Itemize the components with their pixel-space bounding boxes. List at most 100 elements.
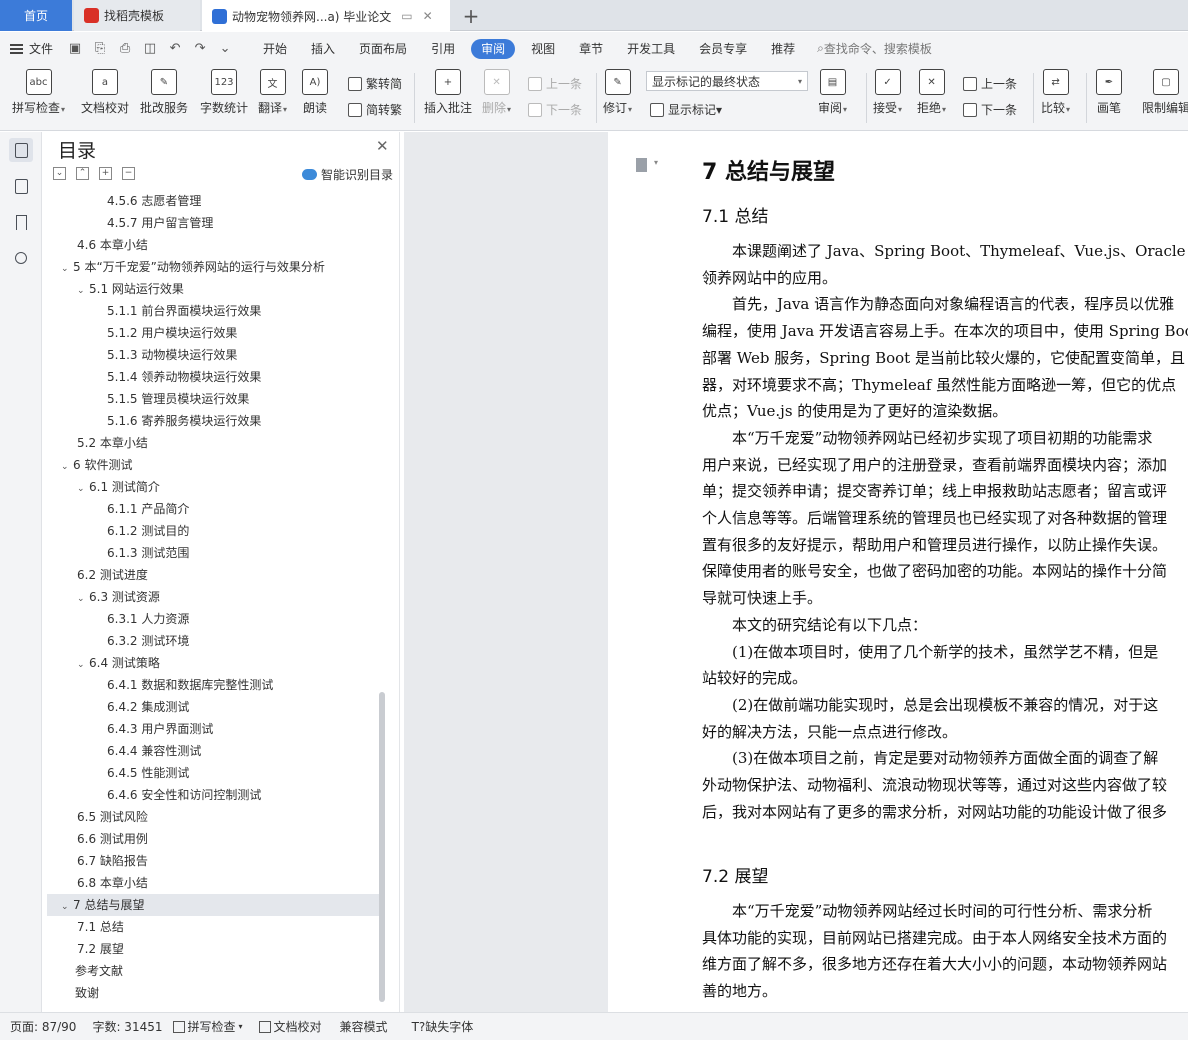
accept-button[interactable]: ✓ 接受▾ [873,69,902,116]
toc-item[interactable]: 5.1.5 管理员模块运行效果 [47,388,379,410]
markup-mode-select[interactable]: 显示标记的最终状态 ▾ [646,71,808,91]
delete-comment-button[interactable]: ✕ 删除▾ [482,69,511,116]
chevron-down-icon[interactable]: ⌄ [77,588,89,610]
window-icon[interactable]: ▭ [401,9,412,23]
read-aloud-button[interactable]: A) 朗读 [302,69,328,116]
toc-item[interactable]: 6.4.3 用户界面测试 [47,718,379,740]
toc-nav-button[interactable] [9,138,33,162]
toc-item[interactable]: 5.1.4 领养动物模块运行效果 [47,366,379,388]
toc-item[interactable]: 5.1.2 用户模块运行效果 [47,322,379,344]
toc-item[interactable]: 致谢 [47,982,379,1004]
to-traditional-button[interactable]: 简转繁 [348,101,402,118]
toc-item[interactable]: 6.4.2 集成测试 [47,696,379,718]
toc-item[interactable]: 5.1.6 寄养服务模块运行效果 [47,410,379,432]
toc-item[interactable]: 6.1.2 测试目的 [47,520,379,542]
annotate-service-button[interactable]: ✎ 批改服务 [140,69,188,116]
tab-developer[interactable]: 开发工具 [615,39,687,59]
proofread-status[interactable]: 文档校对 [258,1018,322,1035]
tab-template[interactable]: 找稻壳模板 [74,0,200,31]
smart-toc-button[interactable]: 智能识别目录 [302,166,393,183]
insert-comment-button[interactable]: + 插入批注 [424,69,472,116]
tab-insert[interactable]: 插入 [299,39,347,59]
compare-button[interactable]: ⇄ 比较▾ [1041,69,1070,116]
file-menu[interactable]: 文件 [10,40,53,57]
next-change-button[interactable]: 下一条 [963,101,1017,118]
chevron-down-icon[interactable]: ▾ [654,158,658,167]
undo-icon[interactable]: ↶ [167,41,183,56]
collapse-all-icon[interactable]: ⌄ [53,167,66,180]
toc-item[interactable]: 6.3.2 测试环境 [47,630,379,652]
redo-icon[interactable]: ↷ [192,41,208,56]
add-heading-icon[interactable]: + [99,167,112,180]
chevron-down-icon[interactable]: ⌄ [61,456,73,478]
missing-font-button[interactable]: T? 缺失字体 [412,1018,474,1035]
tab-layout[interactable]: 页面布局 [347,39,419,59]
toc-item[interactable]: 5.1.1 前台界面模块运行效果 [47,300,379,322]
toc-item[interactable]: ⌄ 5 本“万千宠爱”动物领养网站的运行与效果分析 [47,256,379,278]
toc-item[interactable]: ⌄ 6.3 测试资源 [47,586,379,608]
expand-all-icon[interactable]: ⌃ [76,167,89,180]
toc-item[interactable]: 4.5.7 用户留言管理 [47,212,379,234]
toc-item[interactable]: 6.6 测试用例 [47,828,379,850]
word-count-indicator[interactable]: 字数: 31451 [92,1018,162,1035]
export-icon[interactable]: ⎘ [92,41,108,56]
toc-item[interactable]: 6.2 测试进度 [47,564,379,586]
pen-button[interactable]: ✒ 画笔 [1096,69,1122,116]
new-tab-button[interactable]: + [456,0,486,31]
proofread-button[interactable]: a 文档校对 [81,69,129,116]
command-search[interactable]: ⌕ 查找命令、搜索模板 [817,40,932,57]
tab-member[interactable]: 会员专享 [687,39,759,59]
toc-item[interactable]: 6.4.1 数据和数据库完整性测试 [47,674,379,696]
print-icon[interactable]: ⎙ [117,41,133,56]
tab-chapter[interactable]: 章节 [567,39,615,59]
spell-check-button[interactable]: abc 拼写检查▾ [12,69,65,116]
tab-home[interactable]: 首页 [0,0,72,31]
spell-check-status[interactable]: 拼写检查 ▾ [172,1018,243,1035]
chevron-down-icon[interactable]: ⌄ [61,258,73,280]
toc-item[interactable]: 6.4.6 安全性和访问控制测试 [47,784,379,806]
restrict-edit-button[interactable]: ▢ 限制编辑 [1142,69,1188,116]
next-comment-button[interactable]: 下一条 [528,101,582,118]
prev-change-button[interactable]: 上一条 [963,75,1017,92]
chevron-down-icon[interactable]: ⌄ [77,478,89,500]
toc-item[interactable]: 6.8 本章小结 [47,872,379,894]
tab-document[interactable]: 动物宠物领养网...a) 毕业论文 ▭ ✕ [202,0,450,32]
review-pane-button[interactable]: ▤ 审阅▾ [818,69,847,116]
toc-item[interactable]: 5.2 本章小结 [47,432,379,454]
to-simplified-button[interactable]: 繁转简 [348,75,402,92]
toc-item[interactable]: ⌄ 7 总结与展望 [47,894,379,916]
toc-item[interactable]: ⌄ 6.1 测试简介 [47,476,379,498]
toc-item[interactable]: 6.3.1 人力资源 [47,608,379,630]
tab-start[interactable]: 开始 [251,39,299,59]
chevron-down-icon[interactable]: ⌄ [77,280,89,302]
toc-item[interactable]: 6.4.4 兼容性测试 [47,740,379,762]
translate-button[interactable]: 文翻译▾ [258,69,287,116]
word-count-button[interactable]: 123 字数统计 [200,69,248,116]
prev-comment-button[interactable]: 上一条 [528,75,582,92]
toc-item[interactable]: 4.6 本章小结 [47,234,379,256]
more-icon[interactable]: ⌄ [217,41,233,56]
toc-item[interactable]: ⌄ 6.4 测试策略 [47,652,379,674]
toc-item[interactable]: 参考文献 [47,960,379,982]
toc-item[interactable]: 6.5 测试风险 [47,806,379,828]
close-icon[interactable]: ✕ [376,137,389,155]
bookmark-nav-button[interactable] [9,210,33,234]
toc-item[interactable]: 4.5.6 志愿者管理 [47,190,379,212]
toc-item[interactable]: 7.2 展望 [47,938,379,960]
track-changes-button[interactable]: ✎ 修订▾ [603,69,632,116]
show-markup-button[interactable]: 显示标记 ▾ [650,101,722,118]
toc-item[interactable]: ⌄ 6 软件测试 [47,454,379,476]
chevron-down-icon[interactable]: ⌄ [61,896,73,918]
tab-reference[interactable]: 引用 [419,39,467,59]
toc-item[interactable]: 6.7 缺陷报告 [47,850,379,872]
toc-item[interactable]: ⌄ 5.1 网站运行效果 [47,278,379,300]
chevron-down-icon[interactable]: ⌄ [77,654,89,676]
toc-item[interactable]: 6.1.1 产品简介 [47,498,379,520]
preview-icon[interactable]: ◫ [142,41,158,56]
toc-item[interactable]: 5.1.3 动物模块运行效果 [47,344,379,366]
reject-button[interactable]: ✕ 拒绝▾ [917,69,946,116]
remove-heading-icon[interactable]: − [122,167,135,180]
toc-scrollbar[interactable] [379,692,385,1002]
find-nav-button[interactable] [9,246,33,270]
save-icon[interactable]: ▣ [67,41,83,56]
